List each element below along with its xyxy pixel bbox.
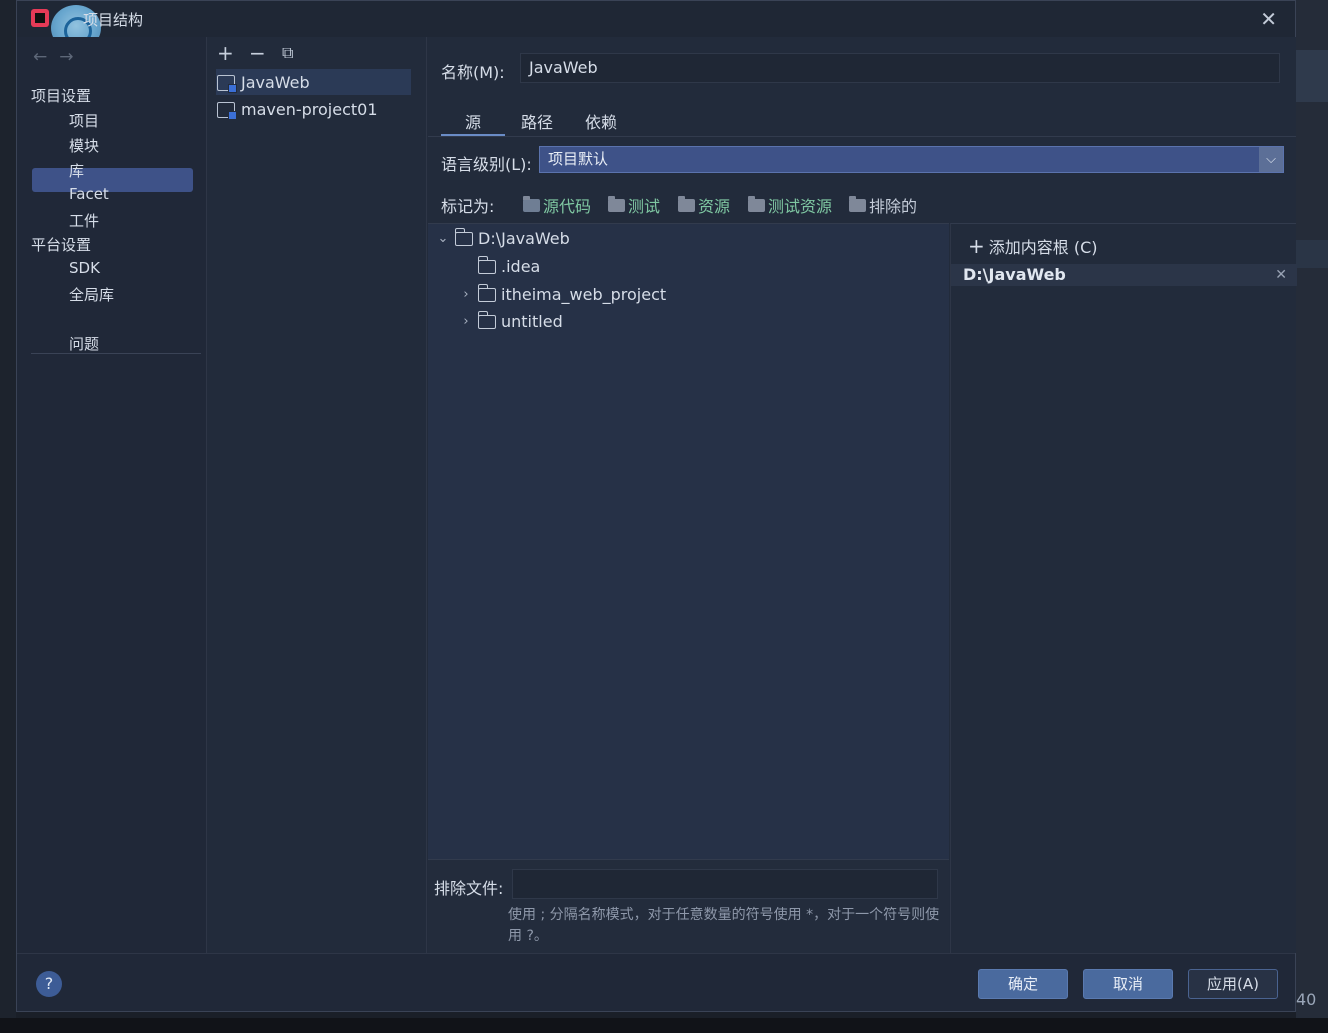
language-level-label: 语言级别(L): [441, 155, 532, 174]
sidebar-item-project[interactable]: 项目 [69, 110, 99, 131]
exclude-files-label: 排除文件: [434, 879, 504, 898]
remove-root-icon[interactable]: ✕ [1275, 264, 1287, 286]
add-icon[interactable]: + [217, 41, 234, 65]
tree-node-label: .idea [501, 257, 541, 276]
exclude-files-help: 使用 ; 分隔名称模式，对于任意数量的符号使用 *，对于一个符号则使用 ?。 [508, 907, 940, 944]
tree-node[interactable]: .idea [459, 255, 541, 276]
module-icon [217, 74, 237, 93]
resource-folder-icon [678, 195, 695, 212]
tab-paths[interactable]: 路径 [505, 107, 569, 137]
sidebar-divider [31, 353, 201, 354]
tree-node-label: untitled [501, 312, 563, 331]
chevron-down-icon[interactable]: ⌵ [1259, 147, 1283, 172]
mark-tests-button[interactable]: 测试 [608, 193, 660, 217]
apply-button[interactable]: 应用(A) [1188, 969, 1278, 999]
sidebar-item-modules[interactable]: 模块 [69, 135, 99, 156]
tree-node[interactable]: › itheima_web_project [459, 283, 667, 304]
mark-resources-button[interactable]: 资源 [678, 193, 730, 217]
close-icon[interactable]: ✕ [1260, 7, 1277, 31]
module-label: maven-project01 [241, 100, 378, 119]
ok-button[interactable]: 确定 [978, 969, 1068, 999]
folder-icon [477, 310, 496, 329]
sidebar-selection-highlight [32, 168, 193, 192]
mark-as-label: 标记为: [441, 197, 495, 216]
module-details-panel: 名称(M): JavaWeb 源 路径 依赖 语言级别(L): 项目默认 ⌵ 标… [428, 37, 1297, 953]
mark-excluded-label: 排除的 [869, 197, 918, 216]
background-strip [1296, 50, 1328, 102]
exclude-files-area: 排除文件: 使用 ; 分隔名称模式，对于任意数量的符号使用 *，对于一个符号则使… [428, 859, 949, 953]
mark-tests-label: 测试 [628, 197, 661, 216]
dialog-footer: ? 确定 取消 应用(A) [17, 953, 1295, 1011]
background-window-right [1296, 0, 1328, 1033]
chevron-down-icon[interactable]: ⌄ [436, 231, 450, 246]
module-label: JavaWeb [241, 73, 310, 92]
sidebar-item-problems[interactable]: 问题 [69, 333, 99, 354]
project-structure-dialog: 项目结构 ✕ ←→ 项目设置 项目 模块 库 Facet 工件 平台设置 SDK… [16, 0, 1297, 1012]
title-bar: 项目结构 ✕ [17, 1, 1295, 51]
module-item[interactable]: maven-project01 [217, 100, 378, 120]
background-number: 40 [1296, 990, 1317, 1009]
mark-excluded-button[interactable]: 排除的 [849, 193, 917, 217]
tree-node-label: D:\JavaWeb [478, 229, 570, 248]
folder-icon [477, 283, 496, 302]
mark-test-resources-button[interactable]: 测试资源 [748, 193, 832, 217]
add-content-root-label: 添加内容根 (C) [988, 238, 1098, 257]
folder-icon [523, 195, 540, 212]
settings-sidebar: ←→ 项目设置 项目 模块 库 Facet 工件 平台设置 SDK 全局库 问题 [17, 37, 207, 953]
content-root-path: D:\JavaWeb [963, 265, 1066, 284]
tab-sources[interactable]: 源 [441, 107, 505, 137]
tree-node[interactable]: › untitled [459, 310, 563, 331]
content-root-row[interactable]: D:\JavaWeb ✕ [951, 264, 1297, 286]
back-arrow-icon[interactable]: ← [33, 47, 59, 67]
chevron-right-icon[interactable]: › [459, 287, 473, 302]
language-level-value: 项目默认 [548, 150, 609, 168]
sidebar-item-sdk[interactable]: SDK [69, 259, 100, 277]
intellij-logo-icon [31, 9, 49, 27]
exclude-files-input[interactable] [512, 869, 938, 899]
sidebar-item-facets[interactable]: Facet [69, 185, 109, 203]
folder-icon [477, 255, 496, 274]
background-strip [1296, 240, 1328, 268]
nav-arrows: ←→ [33, 47, 86, 67]
source-tree: ⌄ D:\JavaWeb .idea › itheima_web_project… [428, 223, 949, 859]
remove-icon[interactable]: − [249, 41, 266, 65]
excluded-folder-icon [849, 195, 866, 212]
folder-icon [454, 227, 473, 246]
module-item[interactable]: JavaWeb [217, 73, 310, 93]
help-icon[interactable]: ? [36, 971, 62, 997]
mark-sources-button[interactable]: 源代码 [523, 193, 591, 217]
mark-resources-label: 资源 [698, 197, 731, 216]
folder-icon [608, 195, 625, 212]
sidebar-item-artifacts[interactable]: 工件 [69, 210, 99, 231]
language-level-select[interactable]: 项目默认 ⌵ [539, 146, 1284, 173]
tab-dependencies[interactable]: 依赖 [569, 107, 633, 137]
tree-node-root[interactable]: ⌄ D:\JavaWeb [436, 227, 570, 248]
section-platform-settings: 平台设置 [31, 236, 92, 254]
background-window-left [0, 0, 16, 1033]
module-icon [217, 101, 237, 120]
name-label: 名称(M): [441, 63, 505, 82]
taskbar-strip [0, 1018, 1328, 1033]
forward-arrow-icon[interactable]: → [59, 47, 85, 67]
cancel-button[interactable]: 取消 [1083, 969, 1173, 999]
mark-sources-label: 源代码 [543, 197, 592, 216]
section-project-settings: 项目设置 [31, 87, 92, 105]
sidebar-item-global-libraries[interactable]: 全局库 [69, 284, 114, 305]
window-title: 项目结构 [83, 11, 144, 29]
sidebar-item-libraries[interactable]: 库 [69, 160, 84, 181]
test-resource-folder-icon [748, 195, 765, 212]
name-field[interactable]: JavaWeb [520, 53, 1280, 83]
module-list-panel: + − ⧉ JavaWeb maven-project01 [208, 37, 427, 953]
content-roots-panel: + 添加内容根 (C) D:\JavaWeb ✕ [950, 223, 1297, 953]
mark-test-resources-label: 测试资源 [768, 197, 833, 216]
tree-node-label: itheima_web_project [501, 285, 667, 304]
add-content-root-button[interactable]: + 添加内容根 (C) [968, 234, 1098, 258]
copy-icon[interactable]: ⧉ [282, 43, 293, 63]
details-tabs: 源 路径 依赖 [441, 107, 633, 137]
plus-icon: + [968, 234, 985, 258]
tabs-divider [428, 136, 1296, 137]
chevron-right-icon[interactable]: › [459, 314, 473, 329]
